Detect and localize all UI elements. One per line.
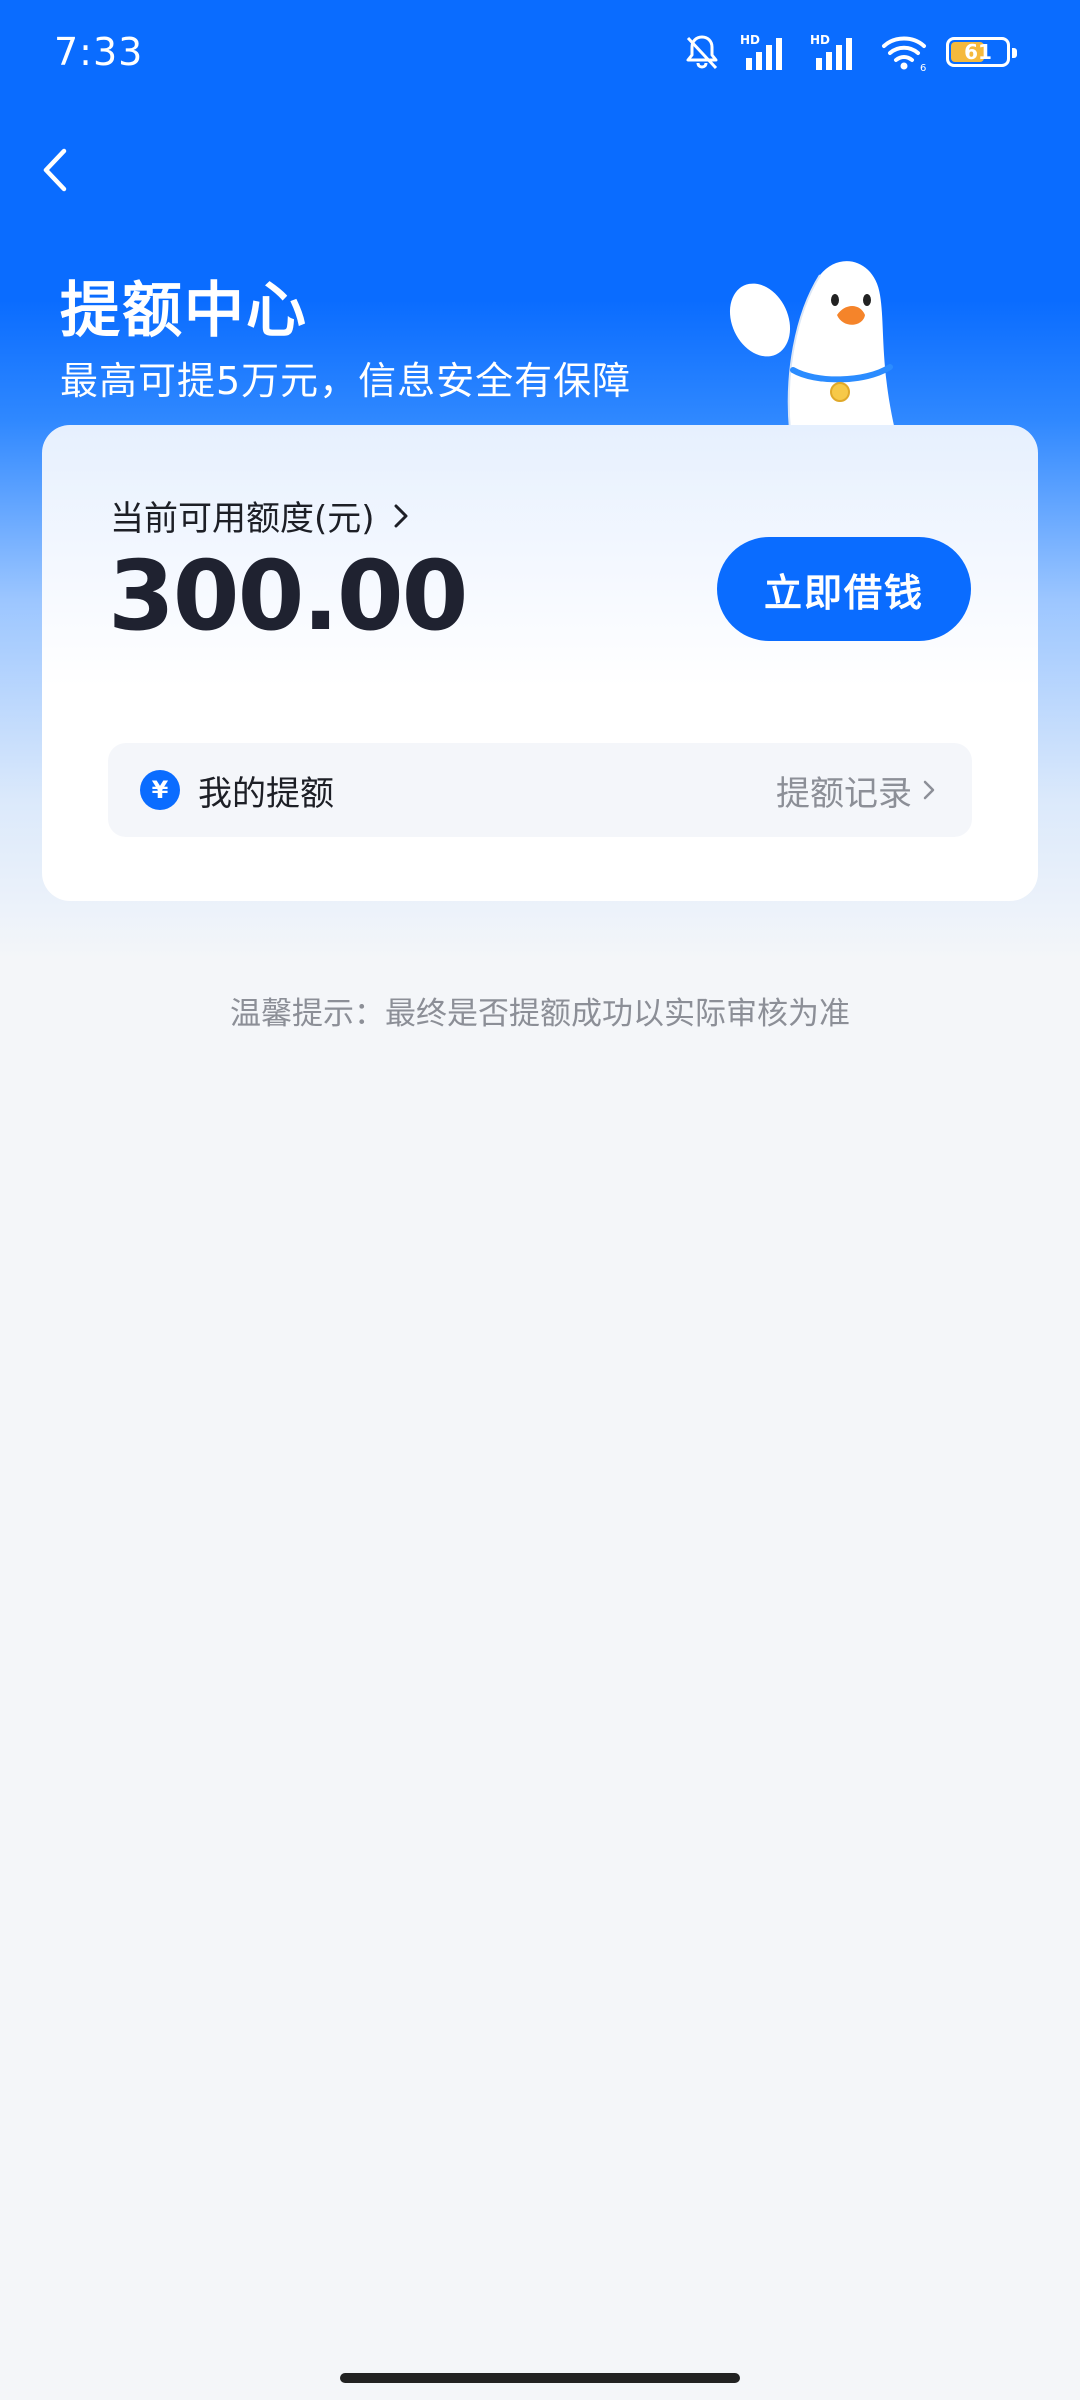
chevron-left-icon xyxy=(43,148,67,192)
signal-hd-icon: HD xyxy=(740,33,782,70)
chevron-right-icon xyxy=(394,504,408,527)
back-button[interactable] xyxy=(30,135,80,205)
page-title: 提额中心 xyxy=(60,276,308,346)
battery-cap xyxy=(1012,48,1017,58)
status-time: 7:33 xyxy=(54,30,144,74)
limit-record-label: 提额记录 xyxy=(776,773,912,814)
yen-icon: ¥ xyxy=(140,770,180,810)
wifi-icon: 6 xyxy=(882,36,926,72)
my-limit-label: 我的提额 xyxy=(198,773,334,814)
bell-muted-icon xyxy=(686,35,718,70)
limit-amount: 300.00 xyxy=(108,540,468,652)
signal-hd-icon: HD xyxy=(810,33,852,70)
home-indicator[interactable] xyxy=(340,2373,740,2383)
svg-text:HD: HD xyxy=(740,33,760,47)
tip-text: 温馨提示：最终是否提额成功以实际审核为准 xyxy=(230,996,850,1032)
borrow-now-button[interactable]: 立即借钱 xyxy=(717,537,971,641)
chevron-right-icon xyxy=(923,780,935,800)
status-bar: 7:33 HD HD 6 61 xyxy=(0,0,1080,110)
limit-card: 当前可用额度(元) 300.00 立即借钱 ¥ 我的提额 提额记录 xyxy=(42,425,1038,901)
svg-text:6: 6 xyxy=(920,63,926,72)
battery-level: 61 xyxy=(964,40,992,64)
duck-mascot-illustration xyxy=(729,261,895,430)
limit-label: 当前可用额度(元) xyxy=(110,499,375,539)
limit-record-link[interactable]: 提额记录 xyxy=(776,766,936,815)
my-limit-row[interactable]: ¥ 我的提额 提额记录 xyxy=(108,743,972,837)
page-subtitle: 最高可提5万元，信息安全有保障 xyxy=(60,359,632,403)
status-icons: HD HD 6 61 xyxy=(682,30,1017,74)
limit-label-link[interactable]: 当前可用额度(元) xyxy=(110,491,409,540)
battery-icon: 61 xyxy=(946,37,1017,67)
svg-text:HD: HD xyxy=(810,33,830,47)
